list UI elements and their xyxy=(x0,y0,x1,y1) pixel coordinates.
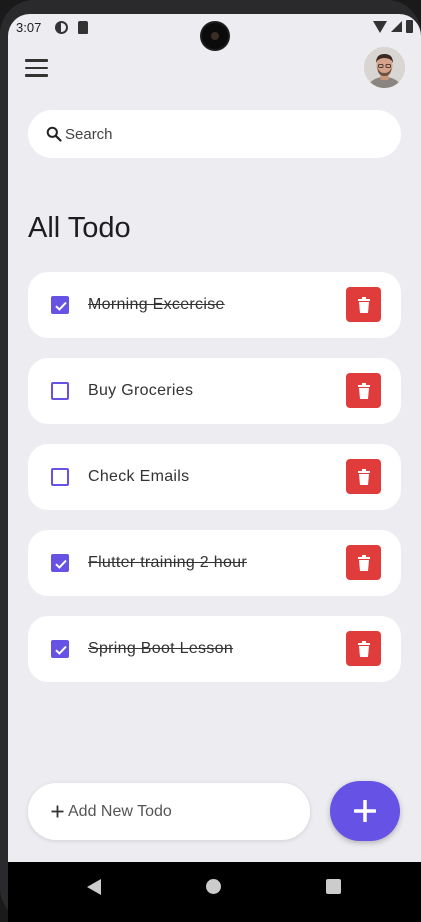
search-bar[interactable] xyxy=(28,110,401,158)
hamburger-menu-icon xyxy=(25,59,48,62)
plus-icon xyxy=(354,800,376,822)
user-avatar[interactable] xyxy=(364,47,405,88)
home-icon[interactable] xyxy=(206,879,221,894)
trash-icon xyxy=(357,468,370,485)
battery-icon xyxy=(406,20,413,33)
todo-list: Morning Excercise Buy Groceries Check Em… xyxy=(28,272,401,682)
todo-text[interactable]: Flutter training 2 hour xyxy=(88,554,247,572)
todo-item: Buy Groceries xyxy=(28,358,401,424)
signal-icon xyxy=(391,21,402,32)
add-icon xyxy=(51,805,64,818)
app-screen: 3:07 All To xyxy=(8,14,421,922)
delete-button[interactable] xyxy=(346,287,381,322)
page-title: All Todo xyxy=(28,212,131,244)
todo-text[interactable]: Morning Excercise xyxy=(88,296,225,314)
add-todo-field[interactable] xyxy=(28,783,310,840)
add-todo-button[interactable] xyxy=(330,781,400,841)
todo-checkbox[interactable] xyxy=(51,554,69,572)
status-icons xyxy=(373,20,413,33)
check-icon xyxy=(55,645,67,655)
todo-item: Spring Boot Lesson xyxy=(28,616,401,682)
menu-button[interactable] xyxy=(25,56,53,80)
todo-text[interactable]: Buy Groceries xyxy=(88,382,193,400)
trash-icon xyxy=(357,296,370,313)
status-bar: 3:07 xyxy=(8,14,421,49)
search-icon xyxy=(46,126,62,142)
todo-checkbox[interactable] xyxy=(51,296,69,314)
data-saver-icon xyxy=(55,21,68,34)
status-time: 3:07 xyxy=(16,20,42,35)
trash-icon xyxy=(357,640,370,657)
check-icon xyxy=(55,301,67,311)
add-todo-input[interactable] xyxy=(68,802,288,821)
recents-icon[interactable] xyxy=(326,879,341,894)
todo-checkbox[interactable] xyxy=(51,382,69,400)
delete-button[interactable] xyxy=(346,373,381,408)
todo-item: Flutter training 2 hour xyxy=(28,530,401,596)
trash-icon xyxy=(357,554,370,571)
todo-item: Check Emails xyxy=(28,444,401,510)
delete-button[interactable] xyxy=(346,631,381,666)
delete-button[interactable] xyxy=(346,545,381,580)
avatar-image xyxy=(364,47,405,88)
todo-text[interactable]: Check Emails xyxy=(88,468,189,486)
todo-checkbox[interactable] xyxy=(51,468,69,486)
wifi-icon xyxy=(373,20,387,33)
system-nav-bar xyxy=(8,862,421,922)
hamburger-line xyxy=(25,74,48,77)
search-input[interactable] xyxy=(65,125,365,143)
check-icon xyxy=(55,559,67,569)
hamburger-line xyxy=(25,66,48,70)
front-camera xyxy=(202,23,228,49)
sd-card-icon xyxy=(78,21,88,34)
delete-button[interactable] xyxy=(346,459,381,494)
trash-icon xyxy=(357,382,370,399)
todo-text[interactable]: Spring Boot Lesson xyxy=(88,640,233,658)
todo-checkbox[interactable] xyxy=(51,640,69,658)
back-icon[interactable] xyxy=(87,879,101,895)
todo-item: Morning Excercise xyxy=(28,272,401,338)
